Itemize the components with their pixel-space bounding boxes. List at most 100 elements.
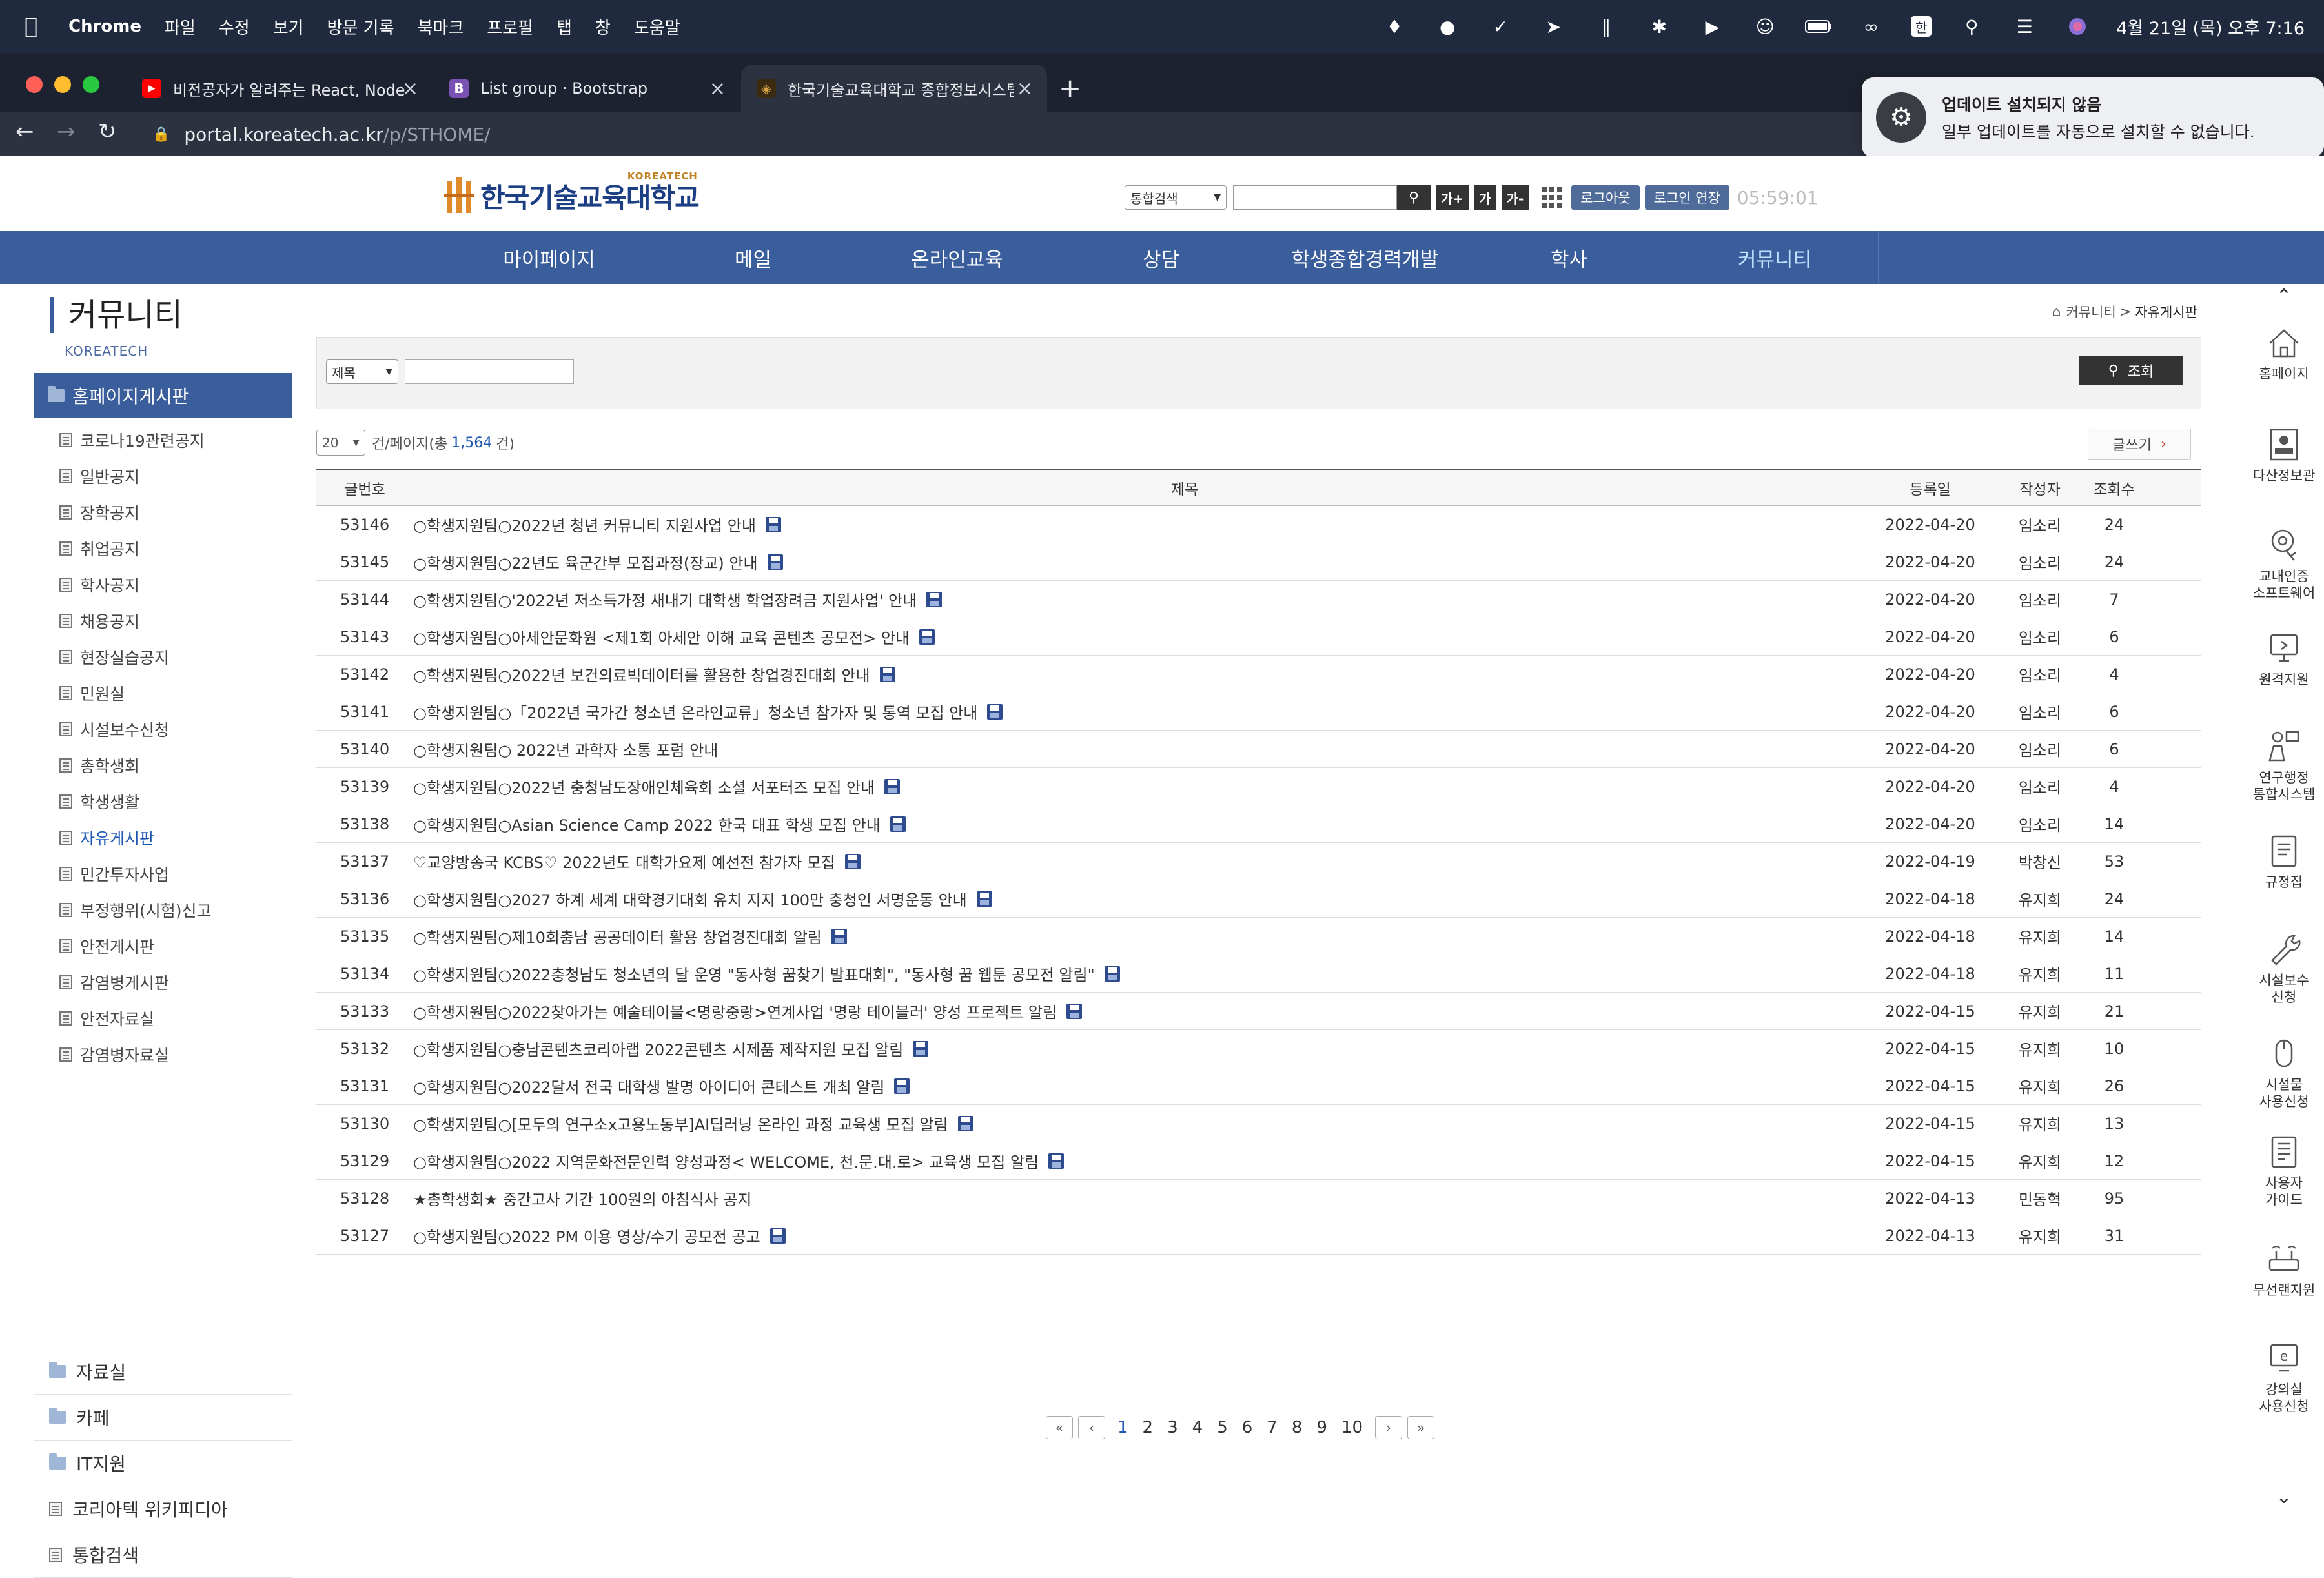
new-tab-icon[interactable]: + xyxy=(1059,72,1081,104)
sidebar-group-homepage-board[interactable]: 홈페이지게시판 xyxy=(34,373,292,418)
prev-page-icon[interactable]: ‹ xyxy=(1078,1416,1105,1439)
table-row[interactable]: 53137 ♡교양방송국 KCBS♡ 2022년도 대학가요제 예선전 참가자 모… xyxy=(316,843,2201,880)
table-row[interactable]: 53145 ○학생지원팀○22년도 육군간부 모집과정(장교) 안내 2022-04… xyxy=(316,543,2201,581)
menu-help[interactable]: 도움말 xyxy=(634,15,680,39)
table-row[interactable]: 53131 ○학생지원팀○2022달서 전국 대학생 발명 아이디어 콘테스트 개… xyxy=(316,1067,2201,1105)
logout-button[interactable]: 로그아웃 xyxy=(1571,185,1640,210)
table-row[interactable]: 53133 ○학생지원팀○2022찾아가는 예술테이블<명랑중랑>연계사업 '명랑… xyxy=(316,993,2201,1030)
sidebar-item[interactable]: 부정행위(시험)신고 xyxy=(59,892,212,928)
quick-menu-item[interactable]: 시설물 사용신청 xyxy=(2243,1034,2324,1110)
table-row[interactable]: 53128 ★총학생회★ 중간고사 기간 100원의 아침식사 공지 2022-04… xyxy=(316,1180,2201,1217)
close-window-button[interactable] xyxy=(26,76,43,93)
sidebar-item[interactable]: 민간투자사업 xyxy=(59,856,212,892)
table-row[interactable]: 53132 ○학생지원팀○충남콘텐츠코리아랩 2022콘텐츠 시제품 제작지원 모… xyxy=(316,1030,2201,1067)
row-title-cell[interactable]: ○학생지원팀○2022년 청년 커뮤니티 지원사업 안내 xyxy=(413,513,1962,536)
table-row[interactable]: 53130 ○학생지원팀○[모두의 연구소x고용노동부]AI딥러닝 온라인 과정 … xyxy=(316,1105,2201,1142)
quick-menu-item[interactable]: 규정집 xyxy=(2243,831,2324,891)
sidebar-item[interactable]: 현장실습공지 xyxy=(59,639,212,675)
next-page-icon[interactable]: › xyxy=(1375,1416,1403,1439)
page-link[interactable]: 2 xyxy=(1143,1418,1154,1437)
table-row[interactable]: 53146 ○학생지원팀○2022년 청년 커뮤니티 지원사업 안내 2022-04… xyxy=(316,506,2201,543)
menu-tab[interactable]: 탭 xyxy=(556,15,572,39)
page-link[interactable]: 6 xyxy=(1242,1418,1253,1437)
header-search-button[interactable]: ⚲ xyxy=(1397,185,1431,210)
quick-menu-item[interactable]: 무선랜지원 xyxy=(2243,1239,2324,1299)
row-title[interactable]: ○학생지원팀○ 2022년 과학자 소통 포럼 안내 xyxy=(413,738,718,760)
gnb-career[interactable]: 학생종합경력개발 xyxy=(1263,231,1467,284)
sidebar-item[interactable]: 시설보수신청 xyxy=(59,711,212,747)
row-title-cell[interactable]: ○학생지원팀○충남콘텐츠코리아랩 2022콘텐츠 시제품 제작지원 모집 알림 xyxy=(413,1037,1962,1060)
table-row[interactable]: 53140 ○학생지원팀○ 2022년 과학자 소통 포럼 안내 2022-04-2… xyxy=(316,731,2201,768)
quick-menu-item[interactable]: 다산정보관 xyxy=(2243,425,2324,484)
row-title-cell[interactable]: ♡교양방송국 KCBS♡ 2022년도 대학가요제 예선전 참가자 모집 xyxy=(413,850,1962,873)
page-link[interactable]: 9 xyxy=(1316,1418,1327,1437)
table-row[interactable]: 53129 ○학생지원팀○2022 지역문화전문인력 양성과정< WELCOME,… xyxy=(316,1142,2201,1180)
close-tab-icon[interactable]: × xyxy=(709,77,726,100)
row-title-cell[interactable]: ○학생지원팀○2022 지역문화전문인력 양성과정< WELCOME, 천.문.… xyxy=(413,1149,1962,1172)
row-title[interactable]: ○학생지원팀○22년도 육군간부 모집과정(장교) 안내 xyxy=(413,551,758,573)
page-link[interactable]: 10 xyxy=(1341,1418,1363,1437)
browser-tab[interactable]: ▶ 비전공자가 알려주는 React, Node × xyxy=(127,65,433,112)
sidebar-item[interactable]: 일반공지 xyxy=(59,458,212,494)
sidebar-group[interactable]: IT지원 xyxy=(34,1441,292,1486)
page-link[interactable]: 5 xyxy=(1217,1418,1228,1437)
table-row[interactable]: 53144 ○학생지원팀○'2022년 저소득가정 새내기 대학생 학업장려금 지… xyxy=(316,581,2201,618)
row-title[interactable]: ○학생지원팀○충남콘텐츠코리아랩 2022콘텐츠 시제품 제작지원 모집 알림 xyxy=(413,1037,903,1060)
search-button[interactable]: ⚲ 조회 xyxy=(2079,356,2183,385)
quick-menu-item[interactable]: 사용자 가이드 xyxy=(2243,1132,2324,1208)
control-center-icon[interactable]: ☰ xyxy=(2012,14,2037,39)
app-menu[interactable]: Chrome xyxy=(68,17,141,36)
menu-file[interactable]: 파일 xyxy=(165,15,196,39)
bluetooth-icon[interactable]: ✱ xyxy=(1646,14,1672,39)
game-controller-icon[interactable]: ♦ xyxy=(1381,14,1407,39)
menu-edit[interactable]: 수정 xyxy=(219,15,250,39)
per-page-select[interactable]: 20 ▼ xyxy=(316,430,365,456)
row-title-cell[interactable]: ○학생지원팀○제10회충남 공공데이터 활용 창업경진대회 알림 xyxy=(413,925,1962,947)
font-decrease-button[interactable]: 가- xyxy=(1501,185,1529,210)
row-title-cell[interactable]: ○학생지원팀○2022달서 전국 대학생 발명 아이디어 콘테스트 개최 알림 xyxy=(413,1075,1962,1097)
search-keyword-input[interactable] xyxy=(405,359,574,384)
row-title[interactable]: ○학생지원팀○「2022년 국가간 청소년 온라인교류」청소년 참가자 및 통역… xyxy=(413,700,977,723)
row-title-cell[interactable]: ○학생지원팀○2027 하계 세계 대학경기대회 유치 지지 100만 충청인 … xyxy=(413,887,1962,910)
row-title[interactable]: ○학생지원팀○2022년 보건의료빅데이터를 활용한 창업경진대회 안내 xyxy=(413,663,870,685)
sidebar-item[interactable]: 코로나19관련공지 xyxy=(59,422,212,458)
page-link[interactable]: 3 xyxy=(1167,1418,1178,1437)
table-row[interactable]: 53134 ○학생지원팀○2022충청남도 청소년의 달 운영 "동사형 꿈찾기 … xyxy=(316,955,2201,993)
gnb-community[interactable]: 커뮤니티 xyxy=(1671,231,1879,284)
row-title-cell[interactable]: ○학생지원팀○'2022년 저소득가정 새내기 대학생 학업장려금 지원사업' … xyxy=(413,588,1962,611)
page-link-current[interactable]: 1 xyxy=(1117,1418,1128,1437)
zoom-window-button[interactable] xyxy=(83,76,99,93)
sidebar-group[interactable]: 코리아텍 위키피디아 xyxy=(34,1486,292,1532)
row-title-cell[interactable]: ○학생지원팀○「2022년 국가간 청소년 온라인교류」청소년 참가자 및 통역… xyxy=(413,700,1962,723)
siri-icon[interactable] xyxy=(2064,14,2090,39)
row-title[interactable]: ○학생지원팀○2022년 청년 커뮤니티 지원사업 안내 xyxy=(413,513,756,536)
menu-view[interactable]: 보기 xyxy=(273,15,304,39)
breadcrumb-parent[interactable]: 커뮤니티 xyxy=(2066,302,2116,321)
user-icon[interactable]: ☺ xyxy=(1752,14,1778,39)
table-row[interactable]: 53139 ○학생지원팀○2022년 충청남도장애인체육회 소셜 서포터즈 모집 … xyxy=(316,768,2201,805)
row-title[interactable]: ○학생지원팀○2022 지역문화전문인력 양성과정< WELCOME, 천.문.… xyxy=(413,1149,1039,1172)
sidebar-item[interactable]: 장학공지 xyxy=(59,494,212,531)
quick-menu-item[interactable]: 홈페이지 xyxy=(2243,323,2324,382)
gnb-mail[interactable]: 메일 xyxy=(651,231,855,284)
row-title[interactable]: ○학생지원팀○아세안문화원 <제1회 아세안 이해 교육 콘텐츠 공모전> 안내 xyxy=(413,625,910,648)
row-title-cell[interactable]: ○학생지원팀○22년도 육군간부 모집과정(장교) 안내 xyxy=(413,551,1962,573)
row-title[interactable]: ○학생지원팀○2022충청남도 청소년의 달 운영 "동사형 꿈찾기 발표대회"… xyxy=(413,962,1095,985)
quick-menu-item[interactable]: 교내인증 소프트웨어 xyxy=(2243,525,2324,602)
gnb-counseling[interactable]: 상담 xyxy=(1059,231,1263,284)
search-field-select[interactable]: 제목 ▼ xyxy=(326,359,398,384)
table-row[interactable]: 53143 ○학생지원팀○아세안문화원 <제1회 아세안 이해 교육 콘텐츠 공모… xyxy=(316,618,2201,656)
home-icon[interactable]: ⌂ xyxy=(2052,304,2061,320)
quick-menu-item[interactable]: e 강의실 사용신청 xyxy=(2243,1339,2324,1415)
table-row[interactable]: 53142 ○학생지원팀○2022년 보건의료빅데이터를 활용한 창업경진대회 안… xyxy=(316,656,2201,693)
site-logo[interactable]: 한국기술교육대학교 KOREATECH xyxy=(444,170,700,216)
close-tab-icon[interactable]: × xyxy=(1017,77,1033,100)
row-title[interactable]: ○학생지원팀○2022년 충청남도장애인체육회 소셜 서포터즈 모집 안내 xyxy=(413,775,875,798)
row-title-cell[interactable]: ○학생지원팀○ 2022년 과학자 소통 포럼 안내 xyxy=(413,738,1962,760)
write-button[interactable]: 글쓰기 › xyxy=(2088,429,2191,460)
quick-menu-item[interactable]: 원격지원 xyxy=(2243,629,2324,688)
row-title[interactable]: ○학생지원팀○제10회충남 공공데이터 활용 창업경진대회 알림 xyxy=(413,925,822,947)
chevron-down-icon[interactable]: ⌄ xyxy=(2243,1486,2324,1508)
close-tab-icon[interactable]: × xyxy=(402,77,418,100)
row-title-cell[interactable]: ○학생지원팀○Asian Science Camp 2022 한국 대표 학생 … xyxy=(413,813,1962,835)
